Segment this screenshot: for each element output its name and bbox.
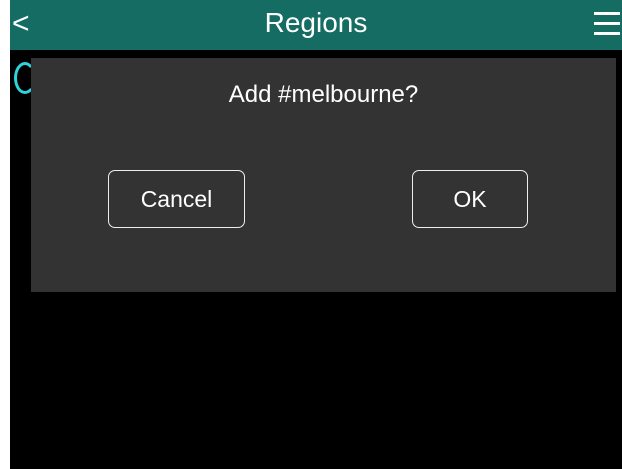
title-bar: < Regions — [10, 0, 622, 50]
hamburger-menu-icon[interactable] — [594, 10, 620, 38]
menu-line — [594, 22, 620, 25]
app-screen: < Regions Add #melbourne? Cancel OK — [10, 0, 622, 469]
menu-line — [594, 32, 620, 35]
page-title: Regions — [264, 7, 368, 38]
menu-line — [594, 12, 620, 15]
dialog-message: Add #melbourne? — [228, 81, 419, 108]
cancel-button[interactable]: Cancel — [108, 170, 245, 228]
confirm-dialog: Add #melbourne? Cancel OK — [31, 58, 616, 292]
ok-button[interactable]: OK — [412, 170, 528, 228]
